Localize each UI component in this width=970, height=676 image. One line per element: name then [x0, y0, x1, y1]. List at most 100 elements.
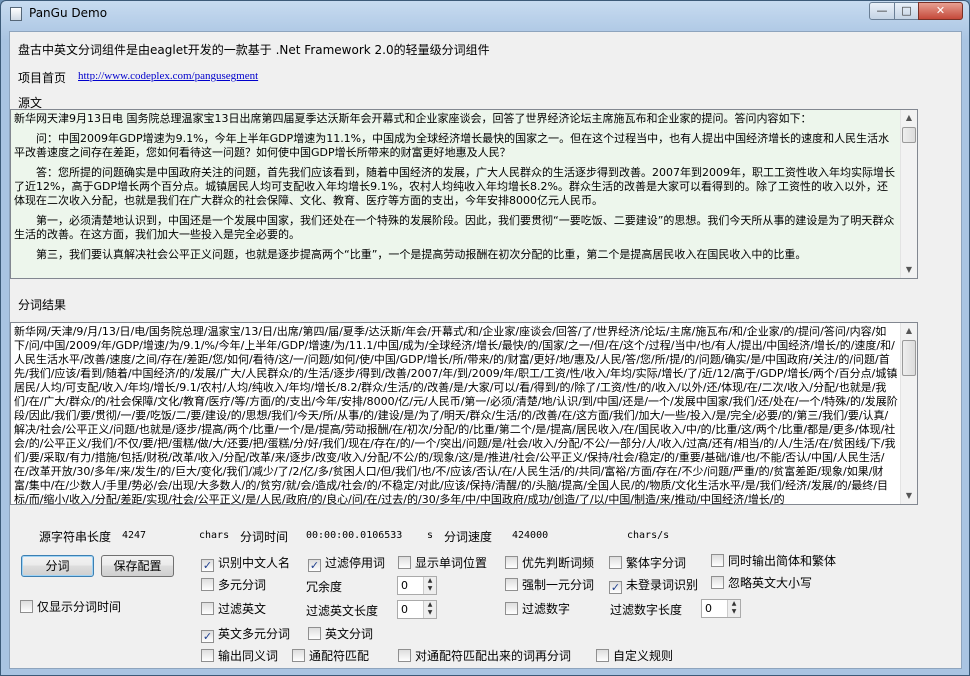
scroll-down-icon[interactable]: ▼ — [901, 488, 917, 504]
english-multi-checkbox[interactable]: ✓ 英文多元分词 — [201, 627, 290, 643]
checkbox-label[interactable]: 强制一元分词 — [522, 578, 594, 592]
checkbox-icon[interactable] — [711, 576, 724, 589]
source-scrollbar[interactable]: ▲ ▼ — [900, 110, 917, 278]
custom-rules-checkbox[interactable]: 自定义规则 — [596, 649, 673, 665]
source-paragraph[interactable]: 第三，我们要认真解决社会公平正义问题，也就是逐步提高两个“比重”，一个是提高劳动… — [14, 248, 898, 262]
checkbox-icon[interactable] — [596, 649, 609, 662]
ignore-case-checkbox[interactable]: 忽略英文大小写 — [711, 576, 812, 592]
wildcard-checkbox[interactable]: 通配符匹配 — [292, 649, 369, 665]
filter-stopwords-checkbox[interactable]: ✓ 过滤停用词 — [308, 556, 385, 572]
checkbox-label[interactable]: 仅显示分词时间 — [37, 600, 121, 614]
checkbox-label[interactable]: 优先判断词频 — [522, 556, 594, 570]
checkbox-label[interactable]: 自定义规则 — [613, 649, 673, 663]
checkbox-icon[interactable] — [505, 602, 518, 615]
checkbox-label[interactable]: 通配符匹配 — [309, 649, 369, 663]
result-text[interactable]: 新华网/天津/9/月/13/日/电/国务院总理/温家宝/13/日/出席/第四/届… — [14, 325, 898, 504]
multi-segment-checkbox[interactable]: 多元分词 — [201, 578, 266, 594]
checkbox-icon[interactable] — [398, 556, 411, 569]
scroll-down-icon[interactable]: ▼ — [901, 262, 917, 278]
source-textbox[interactable]: 新华网天津9月13日电 国务院总理温家宝13日出席第四届夏季达沃斯年会开幕式和企… — [10, 109, 918, 279]
checkbox-icon[interactable] — [292, 649, 305, 662]
minimize-button[interactable]: — — [869, 2, 895, 20]
title-bar: PanGu Demo — □ ✕ — [1, 1, 969, 27]
save-config-button[interactable]: 保存配置 — [101, 555, 174, 577]
checkbox-icon[interactable] — [398, 649, 411, 662]
checkbox-label[interactable]: 英文分词 — [325, 627, 373, 641]
homepage-link[interactable]: http://www.codeplex.com/pangusegment — [78, 70, 258, 82]
filter-numeric-len-stepper[interactable]: 0 ▲ ▼ — [701, 599, 741, 618]
time-unit: s — [427, 530, 434, 541]
checkbox-label[interactable]: 对通配符匹配出来的词再分词 — [415, 649, 571, 663]
maximize-button[interactable]: □ — [894, 2, 919, 20]
checkbox-label[interactable]: 过滤停用词 — [325, 556, 385, 570]
checkbox-label[interactable]: 多元分词 — [218, 578, 266, 592]
english-segment-checkbox[interactable]: 英文分词 — [308, 627, 373, 643]
frequency-first-checkbox[interactable]: 优先判断词频 — [505, 556, 594, 572]
close-button[interactable]: ✕ — [918, 2, 963, 20]
filter-english-checkbox[interactable]: 过滤英文 — [201, 602, 266, 618]
checkbox-icon[interactable] — [201, 578, 214, 591]
checkbox-icon[interactable] — [308, 627, 321, 640]
checkbox-label[interactable]: 输出同义词 — [218, 649, 278, 663]
only-time-checkbox[interactable]: 仅显示分词时间 — [20, 600, 121, 616]
redundancy-stepper[interactable]: 0 ▲ ▼ — [397, 576, 437, 595]
checkbox-label[interactable]: 过滤英文 — [218, 602, 266, 616]
redundancy-label: 冗余度 — [306, 580, 343, 594]
filter-english-len-stepper[interactable]: 0 ▲ ▼ — [397, 600, 437, 619]
checkbox-icon[interactable] — [201, 649, 214, 662]
source-paragraph[interactable]: 新华网天津9月13日电 国务院总理温家宝13日出席第四届夏季达沃斯年会开幕式和企… — [14, 112, 898, 126]
spin-arrows-icon[interactable]: ▲ ▼ — [423, 601, 436, 618]
checkbox-icon[interactable] — [505, 556, 518, 569]
checkbox-label[interactable]: 识别中文人名 — [218, 556, 290, 570]
window-title: PanGu Demo — [29, 6, 108, 20]
filter-english-len-value[interactable]: 0 — [401, 603, 408, 616]
checkbox-label[interactable]: 忽略英文大小写 — [728, 576, 812, 590]
checkmark-icon[interactable]: ✓ — [201, 630, 214, 643]
output-synonym-checkbox[interactable]: 输出同义词 — [201, 649, 278, 665]
scroll-up-icon[interactable]: ▲ — [901, 323, 917, 339]
checkbox-label[interactable]: 未登录词识别 — [626, 578, 698, 592]
result-scrollbar[interactable]: ▲ ▼ — [900, 323, 917, 504]
checkbox-label[interactable]: 同时输出简体和繁体 — [728, 554, 836, 568]
checkbox-label[interactable]: 繁体字分词 — [626, 556, 686, 570]
scroll-up-icon[interactable]: ▲ — [901, 110, 917, 126]
spin-arrows-icon[interactable]: ▲ ▼ — [727, 600, 740, 617]
intro-text: 盘古中英文分词组件是由eaglet开发的一款基于 .Net Framework … — [18, 41, 490, 58]
intro-label: 盘古中英文分词组件是由eaglet开发的一款基于 .Net Framework … — [18, 43, 490, 57]
redundancy-value[interactable]: 0 — [401, 579, 408, 592]
output-simp-trad-checkbox[interactable]: 同时输出简体和繁体 — [711, 554, 836, 570]
identify-chinese-names-checkbox[interactable]: ✓ 识别中文人名 — [201, 556, 290, 572]
filter-numeric-len-value[interactable]: 0 — [705, 602, 712, 615]
spin-arrows-icon[interactable]: ▲ ▼ — [423, 577, 436, 594]
main-panel: 盘古中英文分词组件是由eaglet开发的一款基于 .Net Framework … — [9, 31, 962, 669]
traditional-checkbox[interactable]: 繁体字分词 — [609, 556, 686, 572]
filter-numeric-len-label: 过滤数字长度 — [610, 603, 683, 617]
show-word-position-checkbox[interactable]: 显示单词位置 — [398, 556, 487, 572]
app-icon — [10, 7, 22, 21]
checkbox-icon[interactable] — [505, 578, 518, 591]
checkbox-label[interactable]: 过滤数字 — [522, 602, 570, 616]
wildcard-segment-checkbox[interactable]: 对通配符匹配出来的词再分词 — [398, 649, 571, 665]
force-unigram-checkbox[interactable]: 强制一元分词 — [505, 578, 594, 594]
checkmark-icon[interactable]: ✓ — [201, 559, 214, 572]
source-paragraph[interactable]: 问：中国2009年GDP增速为9.1%，今年上半年GDP增速为11.1%，中国成… — [14, 132, 898, 160]
checkmark-icon[interactable]: ✓ — [308, 559, 321, 572]
scroll-thumb[interactable] — [902, 127, 916, 143]
filter-numeric-checkbox[interactable]: 过滤数字 — [505, 602, 570, 618]
checkbox-icon[interactable] — [201, 602, 214, 615]
segment-button[interactable]: 分词 — [21, 555, 94, 577]
checkbox-label[interactable]: 显示单词位置 — [415, 556, 487, 570]
scroll-thumb[interactable] — [902, 340, 916, 376]
result-textbox[interactable]: 新华网/天津/9/月/13/日/电/国务院总理/温家宝/13/日/出席/第四/届… — [10, 322, 918, 505]
checkmark-icon[interactable]: ✓ — [609, 581, 622, 594]
speed-label: 分词速度 — [444, 530, 493, 544]
source-paragraph[interactable]: 答：您所提的问题确实是中国政府关注的问题，首先我们应该看到，随着中国经济的发展，… — [14, 166, 898, 208]
source-paragraph[interactable]: 第一，必须清楚地认识到，中国还是一个发展中国家，我们还处在一个特殊的发展阶段。因… — [14, 214, 898, 242]
source-text[interactable]: 新华网天津9月13日电 国务院总理温家宝13日出席第四届夏季达沃斯年会开幕式和企… — [14, 112, 898, 278]
checkbox-icon[interactable] — [609, 556, 622, 569]
checkbox-label[interactable]: 英文多元分词 — [218, 627, 290, 641]
unknown-words-checkbox[interactable]: ✓ 未登录词识别 — [609, 578, 698, 594]
checkbox-icon[interactable] — [20, 600, 33, 613]
checkbox-icon[interactable] — [711, 554, 724, 567]
source-length-label: 源字符串长度 — [39, 530, 112, 544]
